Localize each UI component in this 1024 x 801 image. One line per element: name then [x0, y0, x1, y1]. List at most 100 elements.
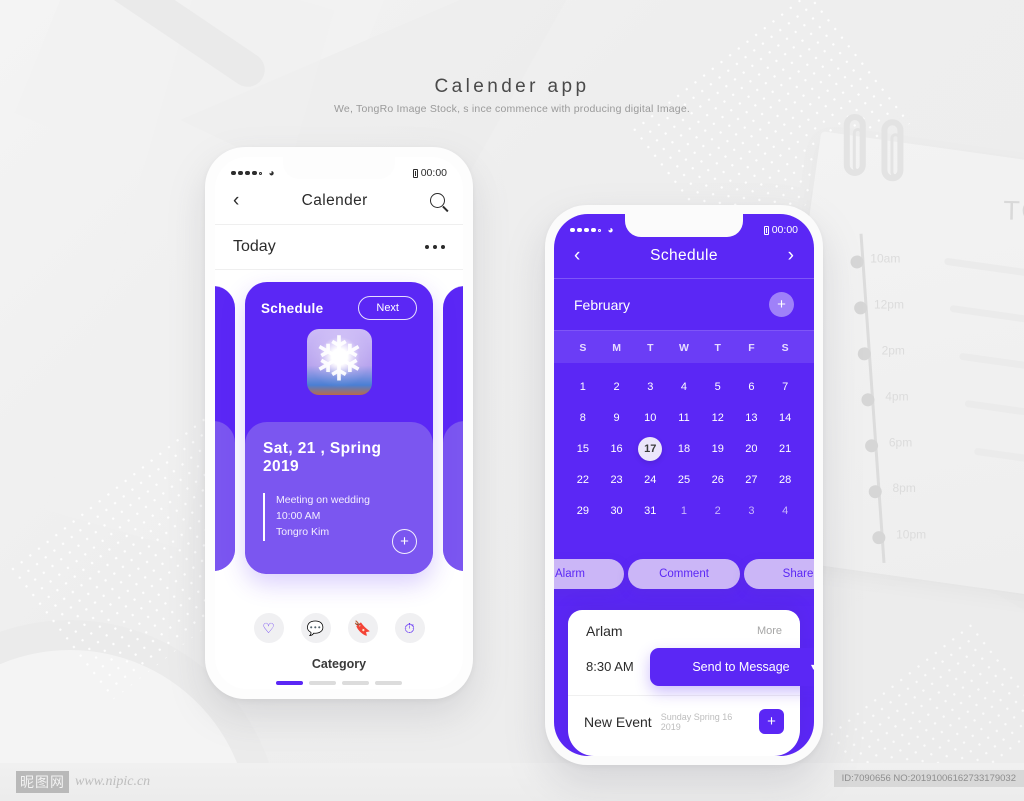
- new-event-row: New Event Sunday Spring 16 2019 +: [568, 696, 800, 734]
- calendar-day-cell[interactable]: 25: [667, 470, 701, 490]
- calendar-weekday-5: F: [748, 342, 755, 354]
- calendar-day-cell[interactable]: 20: [735, 439, 769, 459]
- calendar-day-number: 20: [745, 443, 758, 455]
- pager-dot-active[interactable]: [276, 681, 303, 685]
- timeline-bar: [973, 447, 1024, 470]
- heart-icon[interactable]: ♡: [253, 613, 284, 643]
- schedule-card-details: Sat, 21 , Spring 2019 Meeting on wedding…: [245, 422, 433, 574]
- calendar-day-number: 18: [677, 443, 691, 455]
- add-event-button[interactable]: +: [392, 529, 417, 554]
- more-horizontal-icon[interactable]: [425, 245, 445, 249]
- back-button[interactable]: ‹: [574, 246, 580, 265]
- calendar-day-number: 12: [711, 412, 724, 424]
- calendar-day-cell[interactable]: 30: [600, 501, 634, 521]
- timeline-time-label: 12pm: [873, 297, 904, 312]
- new-event-add-button[interactable]: +: [759, 709, 784, 734]
- alarm-time-row: 8:30 AM Send to Message ▾: [568, 648, 814, 696]
- calendar-day-cell[interactable]: 9: [600, 408, 634, 428]
- today-bar: Today: [215, 225, 463, 270]
- today-paper-label: TODAY: [1003, 195, 1024, 228]
- clock-icon[interactable]: ⏱: [394, 613, 425, 643]
- pager-dot[interactable]: [342, 681, 369, 685]
- schedule-card[interactable]: Schedule Next Sat, 21 , Spring 2019 Meet…: [245, 282, 433, 574]
- calendar-day-cell[interactable]: 3: [633, 377, 667, 397]
- event-title: Meeting on wedding: [276, 494, 370, 506]
- carousel-card-next[interactable]: [443, 286, 463, 571]
- calendar-day-cell[interactable]: 26: [701, 470, 735, 490]
- calendar-day-number: 4: [680, 381, 688, 393]
- battery-icon: [412, 168, 418, 178]
- calendar-day-cell[interactable]: 24: [633, 470, 667, 490]
- calendar-weekday-2: T: [647, 342, 654, 354]
- new-event-date: Sunday Spring 16 2019: [660, 711, 733, 732]
- calendar-day-cell[interactable]: 1: [566, 377, 600, 397]
- calendar-day-number: 19: [711, 443, 724, 455]
- calendar-day-number: 3: [647, 381, 654, 393]
- calendar-day-cell[interactable]: 28: [768, 470, 802, 490]
- calendar-day-cell[interactable]: 2: [600, 377, 634, 397]
- calendar-day-cell[interactable]: 21: [768, 439, 802, 459]
- forward-button[interactable]: ›: [788, 246, 794, 265]
- calendar-day-number: 4: [782, 505, 789, 517]
- calendar-day-cell[interactable]: 15: [566, 439, 600, 459]
- calendar-day-number: 22: [576, 474, 589, 486]
- bookmark-icon[interactable]: 🔖: [347, 613, 378, 643]
- battery-icon: [763, 225, 769, 235]
- paperclip-icon: [843, 113, 866, 176]
- calendar-day-cell[interactable]: 29: [566, 501, 600, 521]
- comment-button[interactable]: Comment: [628, 559, 740, 589]
- calendar-day-cell[interactable]: 5: [701, 377, 735, 397]
- pager-dot[interactable]: [375, 681, 402, 685]
- comment-icon[interactable]: 💬: [300, 613, 331, 643]
- send-to-message-button[interactable]: Send to Message ▾: [650, 648, 814, 686]
- calendar-day-cell[interactable]: 7: [768, 377, 802, 397]
- category-label: Category: [311, 657, 367, 671]
- carousel-pager: [215, 681, 463, 685]
- calendar-day-cell[interactable]: 3: [735, 501, 769, 521]
- calendar-day-cell[interactable]: 23: [600, 470, 634, 490]
- calendar-day-cell[interactable]: 10: [633, 408, 667, 428]
- pager-dot[interactable]: [309, 681, 336, 685]
- calendar-day-cell[interactable]: 19: [701, 439, 735, 459]
- phone1-status-right: 00:00: [412, 167, 447, 179]
- calendar-day-cell[interactable]: 14: [768, 408, 802, 428]
- timeline-time-label: 4pm: [885, 389, 909, 404]
- calendar-day-cell[interactable]: 11: [667, 408, 701, 428]
- page-title: Calender app: [434, 76, 590, 97]
- calendar-day-number: 21: [779, 443, 792, 455]
- calendar-weekday-1: M: [612, 342, 621, 354]
- share-button[interactable]: Share: [744, 559, 814, 589]
- calendar-day-cell[interactable]: 18: [667, 439, 701, 459]
- add-month-event-button[interactable]: +: [769, 292, 794, 317]
- calendar-day-cell[interactable]: 17: [633, 437, 667, 461]
- calendar-day-cell[interactable]: 16: [600, 439, 634, 459]
- next-button[interactable]: Next: [358, 296, 417, 320]
- calendar-day-cell[interactable]: 13: [735, 408, 769, 428]
- calendar-day-cell[interactable]: 27: [735, 470, 769, 490]
- timeline-bar: [958, 352, 1024, 378]
- calendar-day-number: 15: [576, 443, 589, 455]
- calendar-day-cell[interactable]: 6: [735, 377, 769, 397]
- calendar-day-cell[interactable]: 4: [667, 377, 701, 397]
- background-canvas: TODAY 10am 12pm 2pm 4pm 6pm 8pm 10pm: [0, 0, 1024, 801]
- calendar-day-cell[interactable]: 12: [701, 408, 735, 428]
- calendar-day-number: 3: [748, 505, 755, 517]
- calendar-day-cell[interactable]: 31: [633, 501, 667, 521]
- alarm-time: 8:30 AM: [586, 659, 634, 674]
- carousel-card-previous[interactable]: [215, 286, 235, 571]
- calendar-day-cell[interactable]: 22: [566, 470, 600, 490]
- schedule-thumbnail: [306, 329, 372, 395]
- calendar-day-number: 28: [779, 474, 792, 486]
- calendar-day-number: 30: [610, 505, 623, 517]
- calendar-day-cell[interactable]: 1: [667, 501, 701, 521]
- alarm-button[interactable]: Alarm: [554, 559, 624, 589]
- calendar-day-cell[interactable]: 4: [768, 501, 802, 521]
- calendar-day-cell[interactable]: 2: [701, 501, 735, 521]
- chevron-down-icon[interactable]: ▾: [811, 662, 814, 673]
- more-link[interactable]: More: [757, 625, 782, 637]
- search-icon[interactable]: [430, 193, 445, 208]
- calendar-weekday-0: S: [579, 342, 587, 354]
- calendar-weekday-3: W: [679, 342, 689, 354]
- calendar-day-cell[interactable]: 8: [566, 408, 600, 428]
- back-button[interactable]: ‹: [233, 191, 239, 210]
